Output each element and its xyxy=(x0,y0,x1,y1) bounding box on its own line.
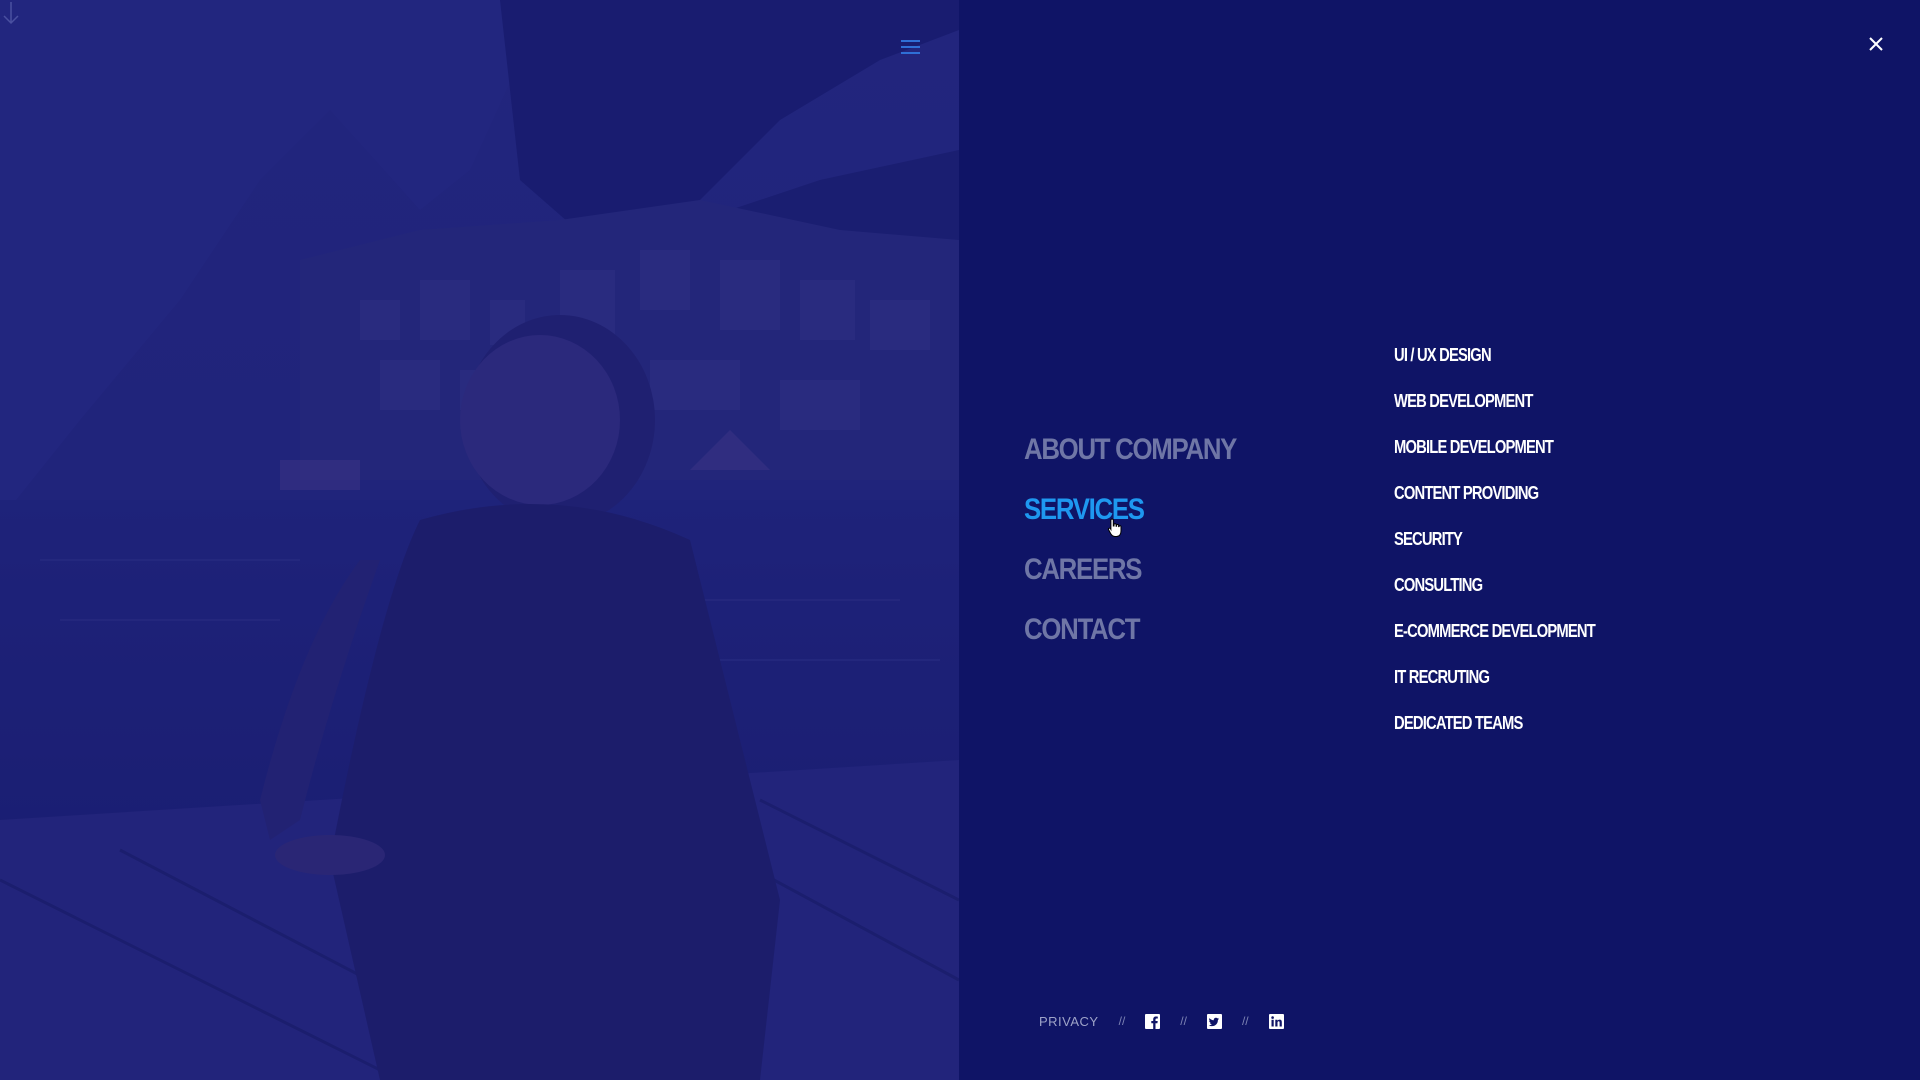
submenu-item-content-providing[interactable]: CONTENT PROVIDING xyxy=(1394,476,1595,522)
submenu-item-ui-ux-design[interactable]: UI / UX DESIGN xyxy=(1394,338,1595,384)
footer-separator: // xyxy=(1118,1014,1126,1028)
nav-item-services[interactable]: SERVICES xyxy=(1024,480,1236,540)
submenu-item-dedicated-teams[interactable]: DEDICATED TEAMS xyxy=(1394,706,1595,752)
nav-item-contact[interactable]: CONTACT xyxy=(1024,600,1236,660)
footer-separator: // xyxy=(1180,1014,1187,1028)
nav-item-careers[interactable]: CAREERS xyxy=(1024,540,1236,600)
privacy-link[interactable]: PRIVACY xyxy=(1039,1014,1099,1029)
hamburger-icon[interactable] xyxy=(901,40,920,54)
footer-links: PRIVACY // // // xyxy=(1039,1010,1284,1032)
submenu-item-mobile-development[interactable]: MOBILE DEVELOPMENT xyxy=(1394,430,1595,476)
submenu-item-consulting[interactable]: CONSULTING xyxy=(1394,568,1595,614)
twitter-icon[interactable] xyxy=(1206,1013,1222,1029)
pointer-cursor-icon xyxy=(1107,518,1122,537)
page: ABOUT COMPANY SERVICES CAREERS CONTACT U… xyxy=(0,0,1920,1080)
nav-item-about-company[interactable]: ABOUT COMPANY xyxy=(1024,420,1237,480)
facebook-icon[interactable] xyxy=(1145,1013,1161,1029)
linkedin-icon[interactable] xyxy=(1268,1013,1284,1029)
arrow-down-icon[interactable] xyxy=(0,0,22,26)
close-icon[interactable] xyxy=(1862,30,1890,58)
photo-overlay xyxy=(0,0,959,1080)
submenu-item-security[interactable]: SECURITY xyxy=(1394,522,1595,568)
main-navigation: ABOUT COMPANY SERVICES CAREERS CONTACT xyxy=(1024,420,1271,660)
hero-photo xyxy=(0,0,959,1080)
submenu-item-it-recruting[interactable]: IT RECRUTING xyxy=(1394,660,1595,706)
submenu-item-web-development[interactable]: WEB DEVELOPMENT xyxy=(1394,384,1595,430)
submenu-item-e-commerce-development[interactable]: E-COMMERCE DEVELOPMENT xyxy=(1394,614,1596,660)
services-submenu: UI / UX DESIGN WEB DEVELOPMENT MOBILE DE… xyxy=(1394,338,1639,752)
footer-separator: // xyxy=(1241,1014,1249,1028)
